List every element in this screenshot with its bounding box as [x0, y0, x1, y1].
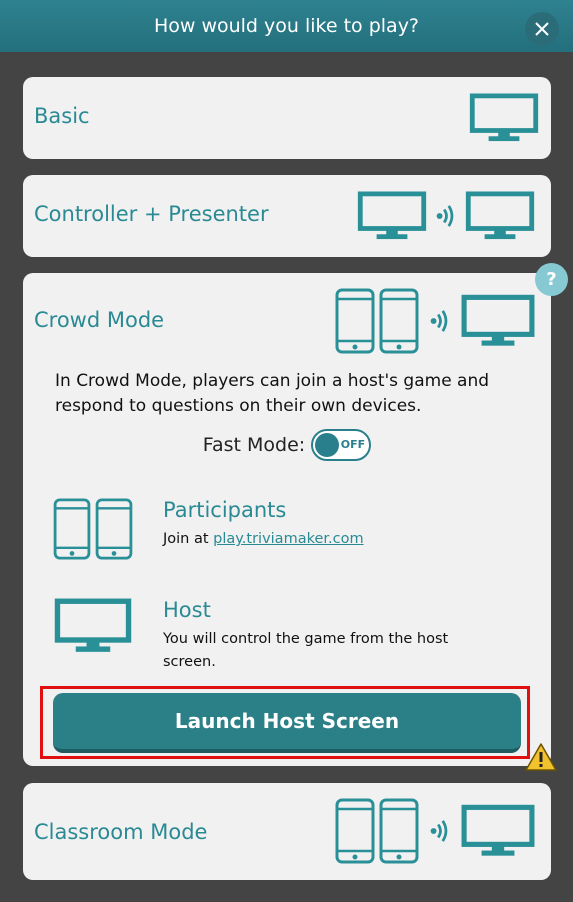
phone-icon [335, 798, 375, 864]
mode-label-classroom: Classroom Mode [34, 820, 208, 844]
participants-join-text: Join at play.triviamaker.com [163, 528, 503, 551]
mode-card-crowd: Crowd Mode In Crowd Mode, players can jo… [23, 273, 551, 766]
mode-card-basic[interactable]: Basic [23, 77, 551, 159]
phone-icon [379, 288, 419, 354]
dialog-header: How would you like to play? [0, 0, 573, 52]
phone-icon [335, 288, 375, 354]
monitor-icon [461, 804, 535, 858]
phone-icon [53, 498, 91, 560]
fast-mode-toggle[interactable]: OFF [311, 429, 372, 461]
host-description: You will control the game from the host … [163, 631, 449, 670]
join-link[interactable]: play.triviamaker.com [213, 531, 363, 547]
monitor-icon [465, 191, 535, 241]
phone-icon [379, 798, 419, 864]
mode-label-basic: Basic [34, 104, 90, 128]
crowd-mode-description: In Crowd Mode, players can join a host's… [55, 371, 490, 416]
mode-label-controller-presenter: Controller + Presenter [34, 202, 269, 226]
mode-card-classroom[interactable]: Classroom Mode [23, 783, 551, 880]
launch-host-screen-button[interactable]: Launch Host Screen [53, 693, 521, 753]
fast-mode-row: Fast Mode: OFF [23, 429, 551, 461]
signal-icon [429, 307, 451, 335]
join-prefix: Join at [163, 531, 209, 547]
mode-card-controller-presenter[interactable]: Controller + Presenter [23, 175, 551, 257]
phone-icon [95, 498, 133, 560]
host-title: Host [163, 598, 211, 622]
toggle-state-text: OFF [340, 438, 366, 451]
close-icon [535, 22, 549, 36]
help-button[interactable]: ? [535, 263, 568, 296]
monitor-icon [469, 93, 539, 143]
signal-icon [435, 202, 457, 230]
monitor-icon [357, 191, 427, 241]
participants-title: Participants [163, 498, 287, 522]
monitor-icon [461, 294, 535, 348]
signal-icon [429, 817, 451, 845]
warning-icon [525, 743, 557, 771]
fast-mode-label: Fast Mode: [202, 434, 306, 456]
dialog-title: How would you like to play? [153, 15, 420, 37]
close-button[interactable] [525, 12, 559, 46]
toggle-knob [315, 433, 340, 457]
mode-label-crowd: Crowd Mode [34, 308, 165, 332]
monitor-icon [53, 598, 133, 654]
